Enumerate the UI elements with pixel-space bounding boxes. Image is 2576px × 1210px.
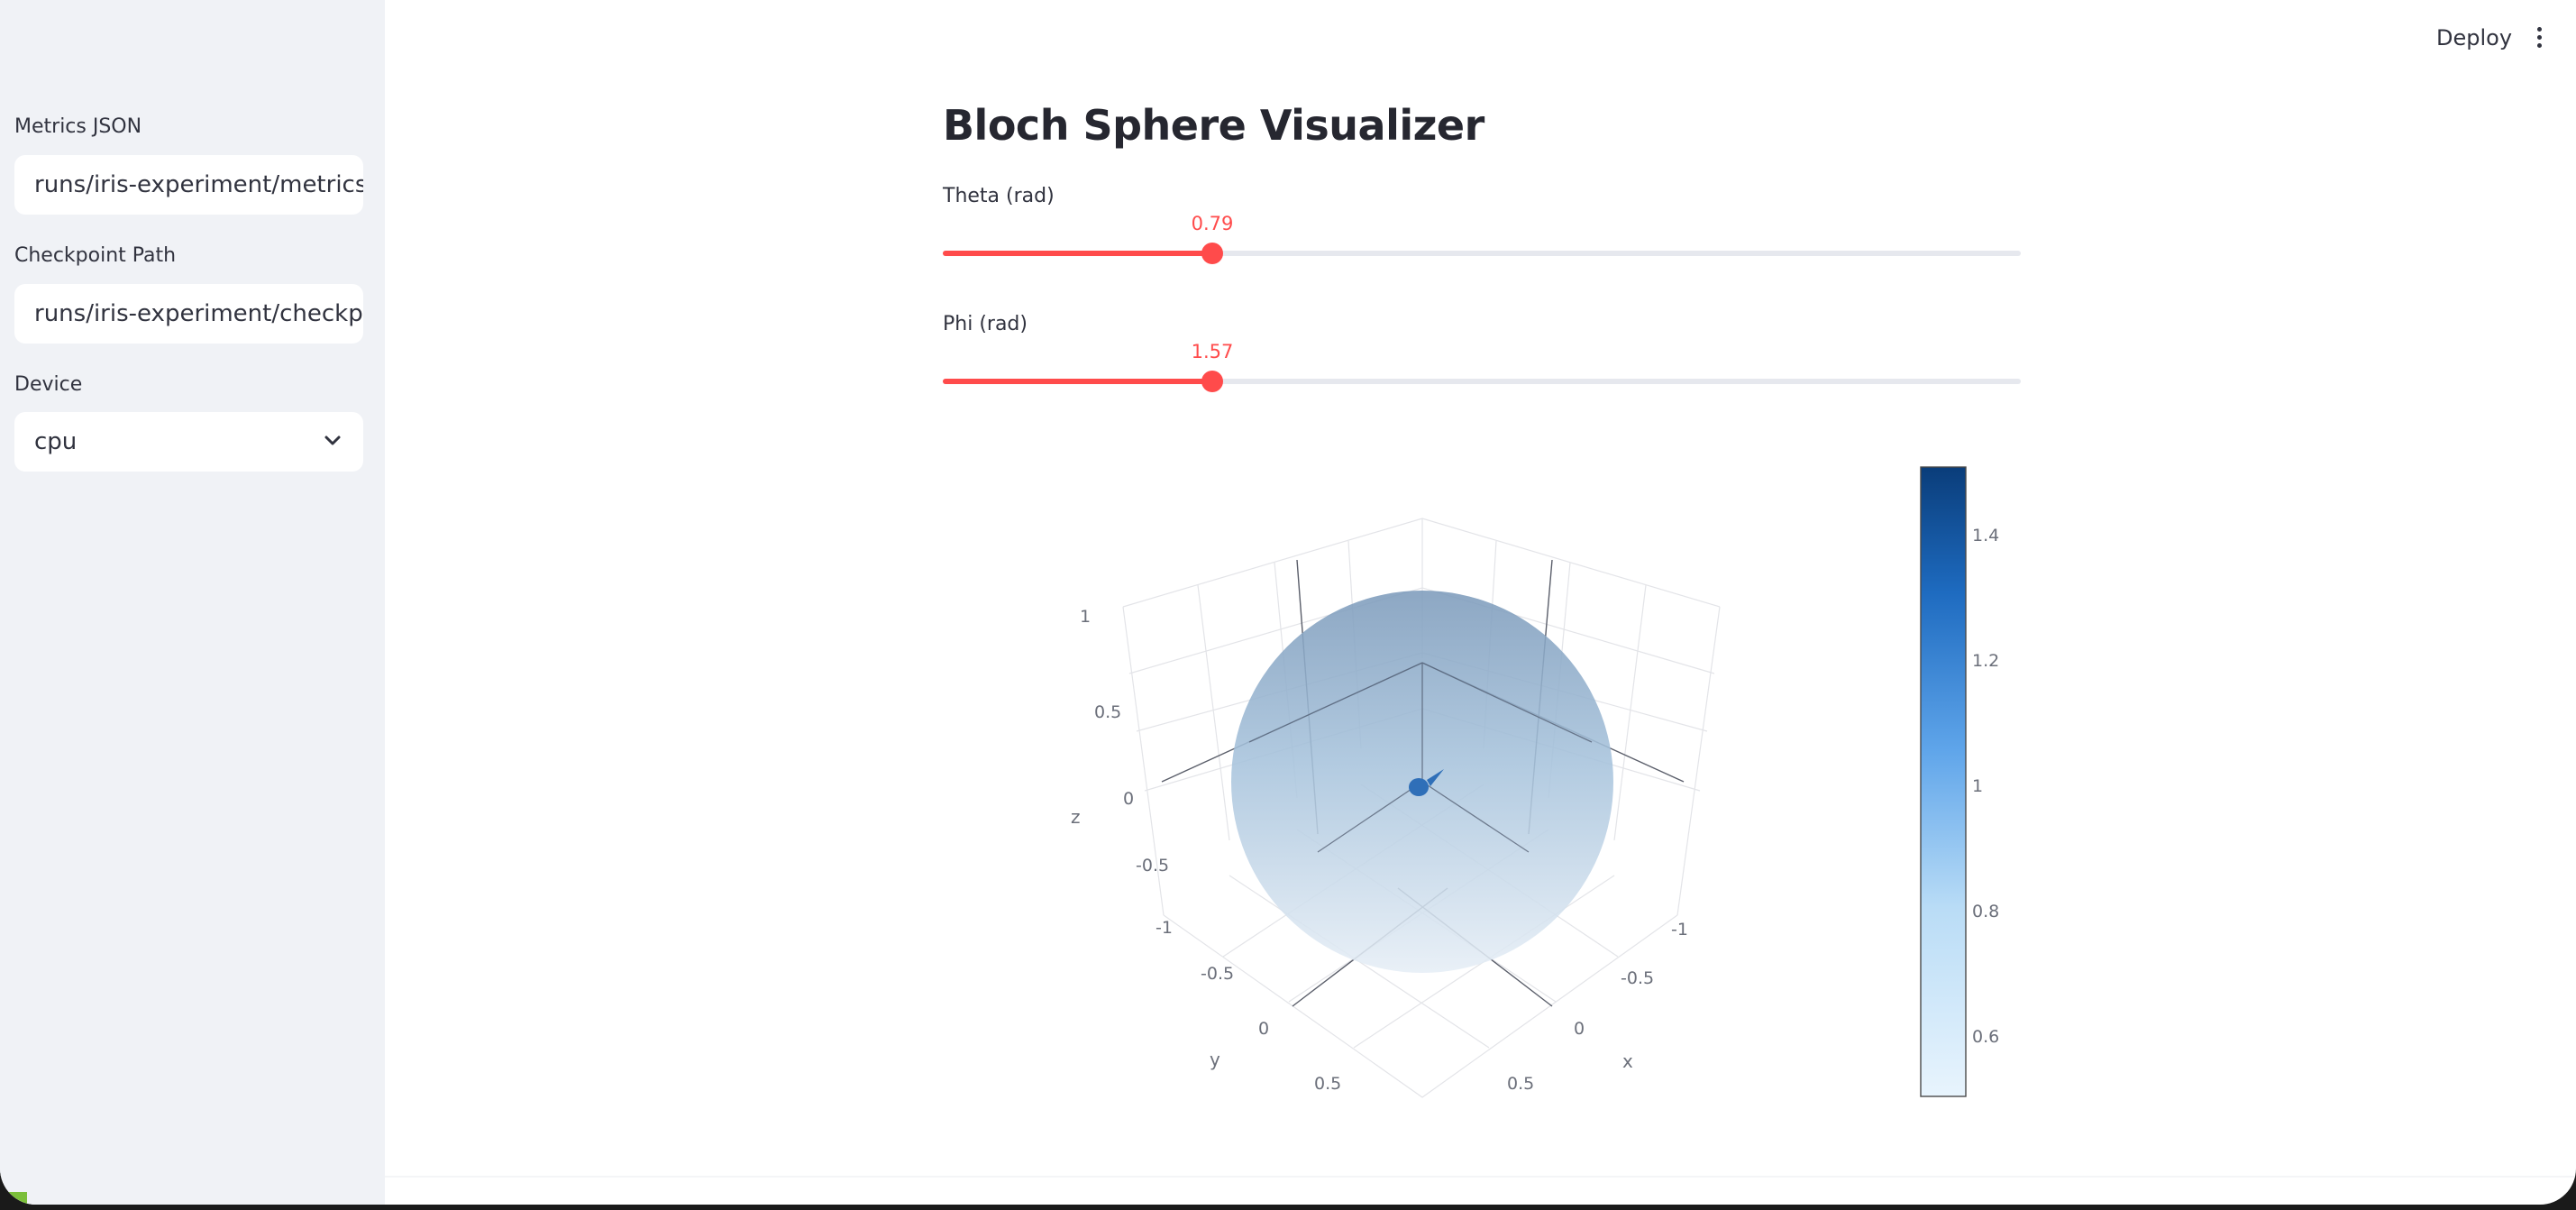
metrics-json-input[interactable]: runs/iris-experiment/metrics.json <box>14 155 363 215</box>
y-tick-0-5: 0.5 <box>1314 1074 1341 1094</box>
colorbar-tick-0-8: 0.8 <box>1972 902 1999 921</box>
colorbar-tick-1-4: 1.4 <box>1972 526 1999 545</box>
bloch-sphere-plot[interactable]: 1 0.5 0 -0.5 -1 z -1 -0.5 0 0.5 y -1 -0.… <box>943 455 2021 1109</box>
z-tick-0: 0 <box>1123 789 1134 809</box>
checkpoint-path-input[interactable]: runs/iris-experiment/checkpoint.pt <box>14 284 363 344</box>
vertical-dots-icon[interactable] <box>2533 27 2545 52</box>
theta-slider-fill <box>943 251 1212 256</box>
z-tick-0-5: 0.5 <box>1094 702 1121 722</box>
x-tick-neg-1: -1 <box>1671 920 1688 940</box>
theta-slider-value: 0.79 <box>1191 213 1234 234</box>
y-tick-neg-0-5: -0.5 <box>1201 964 1234 984</box>
theta-slider-label: Theta (rad) <box>943 185 1055 207</box>
window-corner-accent <box>0 1192 27 1205</box>
sidebar: Metrics JSON runs/iris-experiment/metric… <box>0 0 385 1205</box>
theta-slider[interactable]: 0.79 <box>943 213 2021 264</box>
x-tick-neg-0-5: -0.5 <box>1621 968 1654 988</box>
page-title: Bloch Sphere Visualizer <box>943 101 1484 150</box>
chevron-down-icon <box>324 435 341 445</box>
z-tick-neg-0-5: -0.5 <box>1136 856 1169 875</box>
y-axis-title: y <box>1210 1049 1220 1070</box>
colorbar-tick-1: 1 <box>1972 776 1983 796</box>
app-window: Metrics JSON runs/iris-experiment/metric… <box>0 0 2576 1205</box>
z-tick-1: 1 <box>1080 607 1091 627</box>
x-tick-0: 0 <box>1574 1019 1585 1039</box>
colorbar: 0.6 0.8 1 1.2 1.4 <box>1920 466 1999 1097</box>
theta-slider-thumb[interactable] <box>1201 243 1223 264</box>
phi-slider-thumb[interactable] <box>1201 371 1223 392</box>
colorbar-tick-0-6: 0.6 <box>1972 1027 1999 1047</box>
device-label: Device <box>14 373 83 396</box>
phi-slider[interactable]: 1.57 <box>943 341 2021 392</box>
x-tick-0-5: 0.5 <box>1507 1074 1534 1094</box>
device-select[interactable]: cpu <box>14 412 363 472</box>
x-axis-title: x <box>1622 1050 1633 1072</box>
device-select-value: cpu <box>34 428 78 455</box>
phi-slider-label: Phi (rad) <box>943 313 1028 335</box>
deploy-button[interactable]: Deploy <box>2436 25 2512 50</box>
phi-slider-value: 1.57 <box>1191 341 1234 362</box>
colorbar-tick-1-2: 1.2 <box>1972 651 1999 671</box>
checkpoint-path-label: Checkpoint Path <box>14 244 177 267</box>
z-axis-title: z <box>1071 806 1081 828</box>
y-tick-0: 0 <box>1258 1019 1269 1039</box>
phi-slider-fill <box>943 379 1212 384</box>
metrics-json-label: Metrics JSON <box>14 115 142 138</box>
footer-divider <box>385 1176 2576 1178</box>
